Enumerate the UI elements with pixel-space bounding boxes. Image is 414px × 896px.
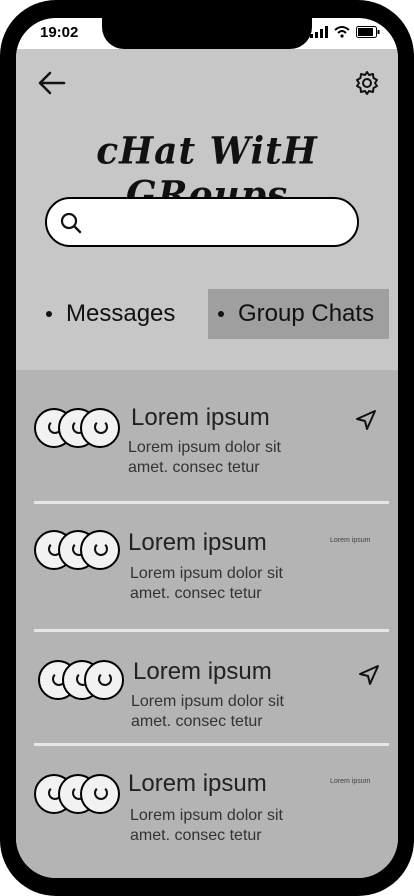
notch bbox=[102, 18, 312, 49]
send-icon[interactable] bbox=[354, 408, 378, 432]
gear-icon[interactable] bbox=[354, 70, 380, 96]
search-icon bbox=[60, 212, 82, 234]
signal-icon bbox=[310, 26, 328, 38]
chat-snippet: Lorem ipsum dolor sit amet. consec tetur bbox=[130, 807, 283, 844]
status-icons bbox=[310, 26, 380, 38]
chat-meta: Lorem ipsum bbox=[330, 778, 371, 785]
screen: 19:02 cHat WitH GRoups Messages Group Ch… bbox=[16, 18, 398, 878]
chat-row[interactable]: Lorem ipsum Lorem ipsum dolor sit amet. … bbox=[16, 630, 398, 750]
back-arrow-icon[interactable] bbox=[36, 69, 68, 97]
tab-messages[interactable]: Messages bbox=[46, 289, 175, 339]
wifi-icon bbox=[334, 26, 350, 38]
bullet bbox=[218, 311, 224, 317]
chat-row[interactable]: Lorem ipsum Lorem ipsum dolor sit amet. … bbox=[16, 370, 398, 490]
tab-group-chats[interactable]: Group Chats bbox=[208, 289, 389, 339]
chat-name: Lorem ipsum bbox=[131, 404, 270, 431]
chat-snippet: Lorem ipsum dolor sit amet. consec tetur bbox=[131, 693, 284, 730]
search-bar[interactable] bbox=[45, 197, 359, 247]
battery-icon bbox=[356, 26, 380, 38]
avatar bbox=[80, 774, 120, 814]
group-avatar bbox=[34, 774, 124, 814]
header: cHat WitH GRoups Messages Group Chats bbox=[16, 49, 398, 370]
chat-row[interactable]: Lorem ipsum Lorem ipsum dolor sit amet. … bbox=[16, 744, 398, 864]
search-input[interactable] bbox=[91, 209, 345, 237]
group-avatar bbox=[34, 408, 124, 448]
chat-name: Lorem ipsum bbox=[128, 770, 267, 797]
chat-list: Lorem ipsum Lorem ipsum dolor sit amet. … bbox=[16, 370, 398, 878]
bullet bbox=[46, 311, 52, 317]
chat-snippet: Lorem ipsum dolor sit amet. consec tetur bbox=[130, 565, 283, 602]
status-time: 19:02 bbox=[40, 24, 79, 41]
group-avatar bbox=[34, 530, 124, 570]
avatar bbox=[80, 530, 120, 570]
chat-row[interactable]: Lorem ipsum Lorem ipsum dolor sit amet. … bbox=[16, 500, 398, 620]
chat-name: Lorem ipsum bbox=[133, 658, 272, 685]
avatar bbox=[80, 408, 120, 448]
status-bar: 19:02 bbox=[16, 18, 398, 49]
chat-name: Lorem ipsum bbox=[128, 529, 267, 556]
send-icon[interactable] bbox=[357, 663, 381, 687]
chat-meta: Lorem ipsum bbox=[330, 537, 371, 544]
chat-snippet: Lorem ipsum dolor sit amet. consec tetur bbox=[128, 439, 281, 476]
tab-label: Group Chats bbox=[238, 300, 375, 327]
avatar bbox=[84, 660, 124, 700]
tab-label: Messages bbox=[66, 300, 176, 327]
group-avatar bbox=[38, 660, 128, 700]
phone-frame: 19:02 cHat WitH GRoups Messages Group Ch… bbox=[0, 0, 414, 896]
